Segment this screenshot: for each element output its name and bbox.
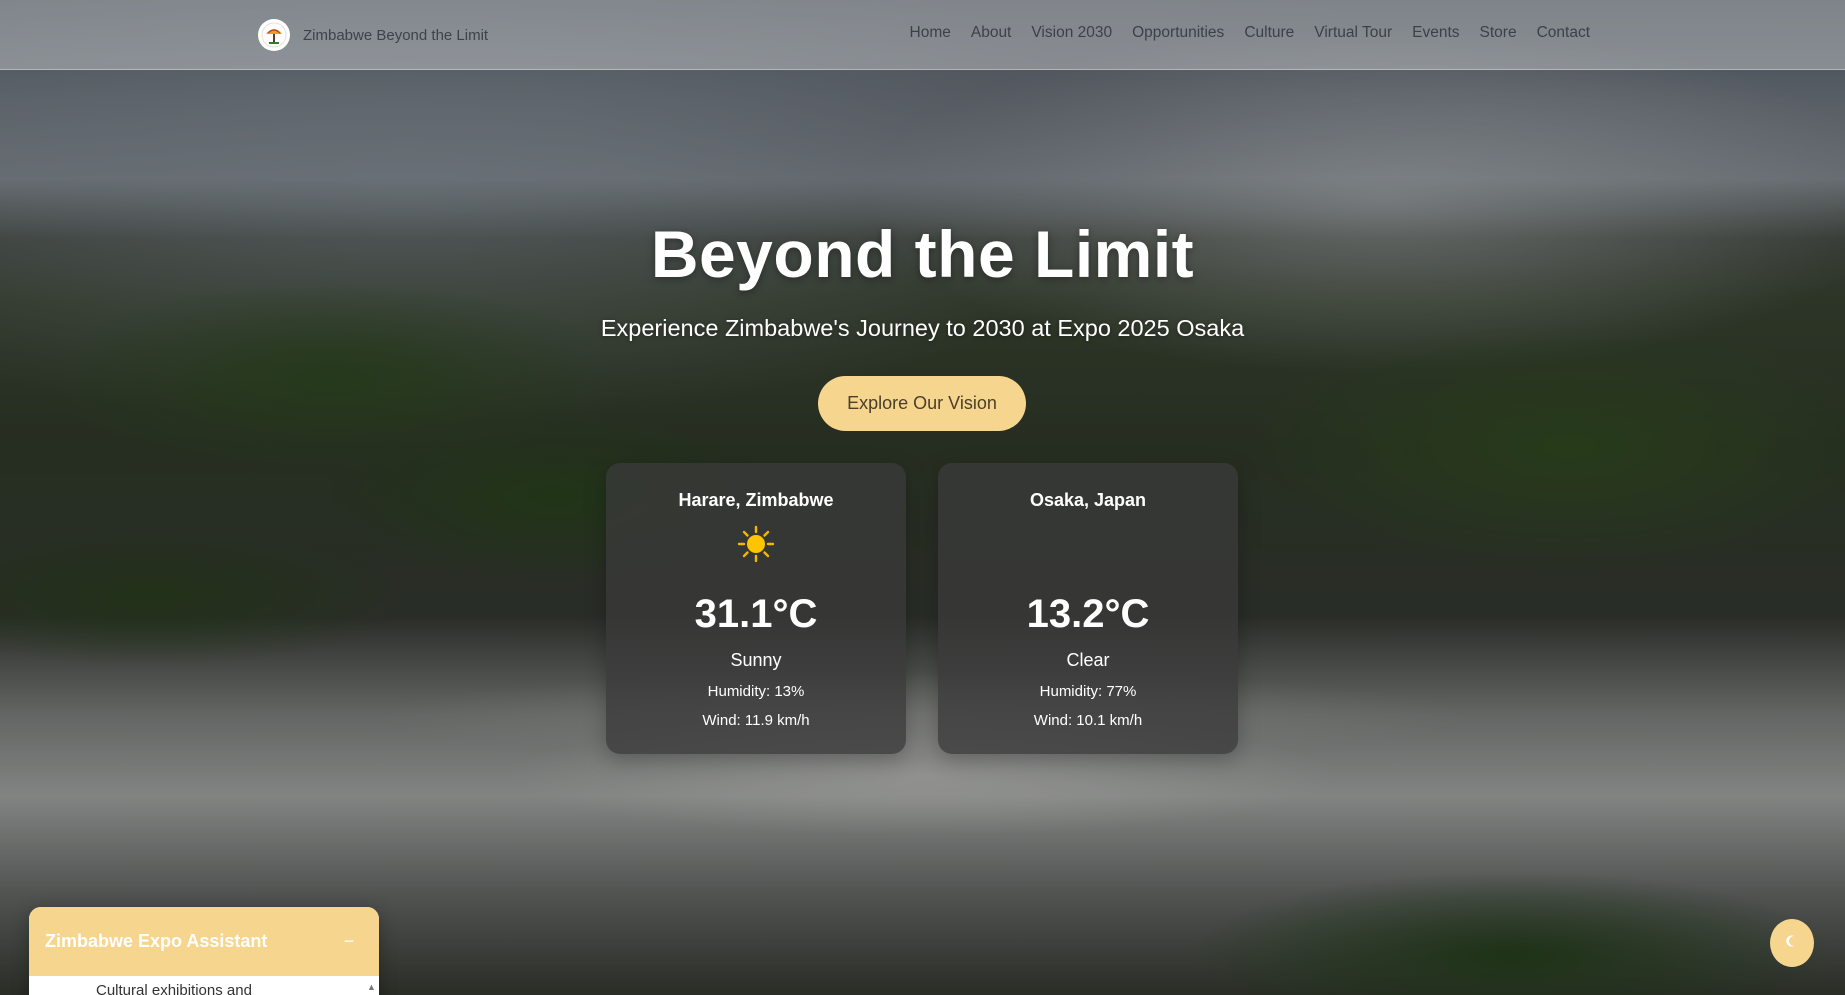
chat-body: Cultural exhibitions and ▲: [29, 976, 379, 995]
chat-assistant: Zimbabwe Expo Assistant − Cultural exhib…: [29, 907, 379, 995]
nav-about[interactable]: About: [971, 24, 1012, 42]
explore-vision-button[interactable]: Explore Our Vision: [818, 376, 1026, 431]
weather-condition: Clear: [1066, 650, 1110, 670]
hero-subtitle: Experience Zimbabwe's Journey to 2030 at…: [600, 315, 1245, 341]
nav-contact[interactable]: Contact: [1537, 24, 1590, 42]
nav-opportunities[interactable]: Opportunities: [1132, 24, 1224, 42]
nav-store[interactable]: Store: [1480, 24, 1517, 42]
nav-vision-2030[interactable]: Vision 2030: [1031, 24, 1112, 42]
theme-toggle-button[interactable]: [1770, 919, 1814, 967]
sun-icon: [606, 525, 906, 563]
weather-wind: Wind: 11.9 km/h: [702, 712, 810, 729]
weather-temperature: 31.1°C: [694, 592, 818, 636]
moon-icon: [938, 525, 1238, 563]
minimize-icon[interactable]: −: [337, 931, 361, 952]
nav-events[interactable]: Events: [1412, 24, 1459, 42]
weather-card-harare: Harare, Zimbabwe 31.1°C Sunny Humidity: …: [606, 463, 906, 754]
nav-virtual-tour[interactable]: Virtual Tour: [1314, 24, 1392, 42]
chat-message: Cultural exhibitions and: [96, 982, 252, 995]
brand[interactable]: Zimbabwe Beyond the Limit: [258, 18, 488, 52]
brand-name: Zimbabwe Beyond the Limit: [303, 26, 489, 44]
chat-title: Zimbabwe Expo Assistant: [45, 931, 268, 951]
weather-humidity: Humidity: 77%: [1039, 683, 1137, 700]
weather-temperature: 13.2°C: [1026, 592, 1150, 636]
weather-condition: Sunny: [730, 650, 782, 670]
hero-background: [0, 0, 1845, 995]
moon-icon: [1784, 933, 1800, 954]
navbar: Zimbabwe Beyond the Limit Home About Vis…: [0, 0, 1845, 70]
weather-humidity: Humidity: 13%: [707, 683, 805, 700]
hero-title: Beyond the Limit: [650, 217, 1195, 291]
chat-header[interactable]: Zimbabwe Expo Assistant −: [29, 907, 379, 976]
weather-city: Harare, Zimbabwe: [678, 490, 834, 510]
nav-links: Home About Vision 2030 Opportunities Cul…: [910, 24, 1591, 42]
weather-card-osaka: Osaka, Japan 13.2°C Clear Humidity: 77% …: [938, 463, 1238, 754]
nav-culture[interactable]: Culture: [1244, 24, 1294, 42]
nav-home[interactable]: Home: [910, 24, 951, 42]
weather-wind: Wind: 10.1 km/h: [1033, 712, 1143, 729]
zimbabwe-logo-icon: [258, 19, 290, 51]
weather-city: Osaka, Japan: [1029, 490, 1147, 510]
scroll-up-icon[interactable]: ▲: [367, 982, 377, 992]
